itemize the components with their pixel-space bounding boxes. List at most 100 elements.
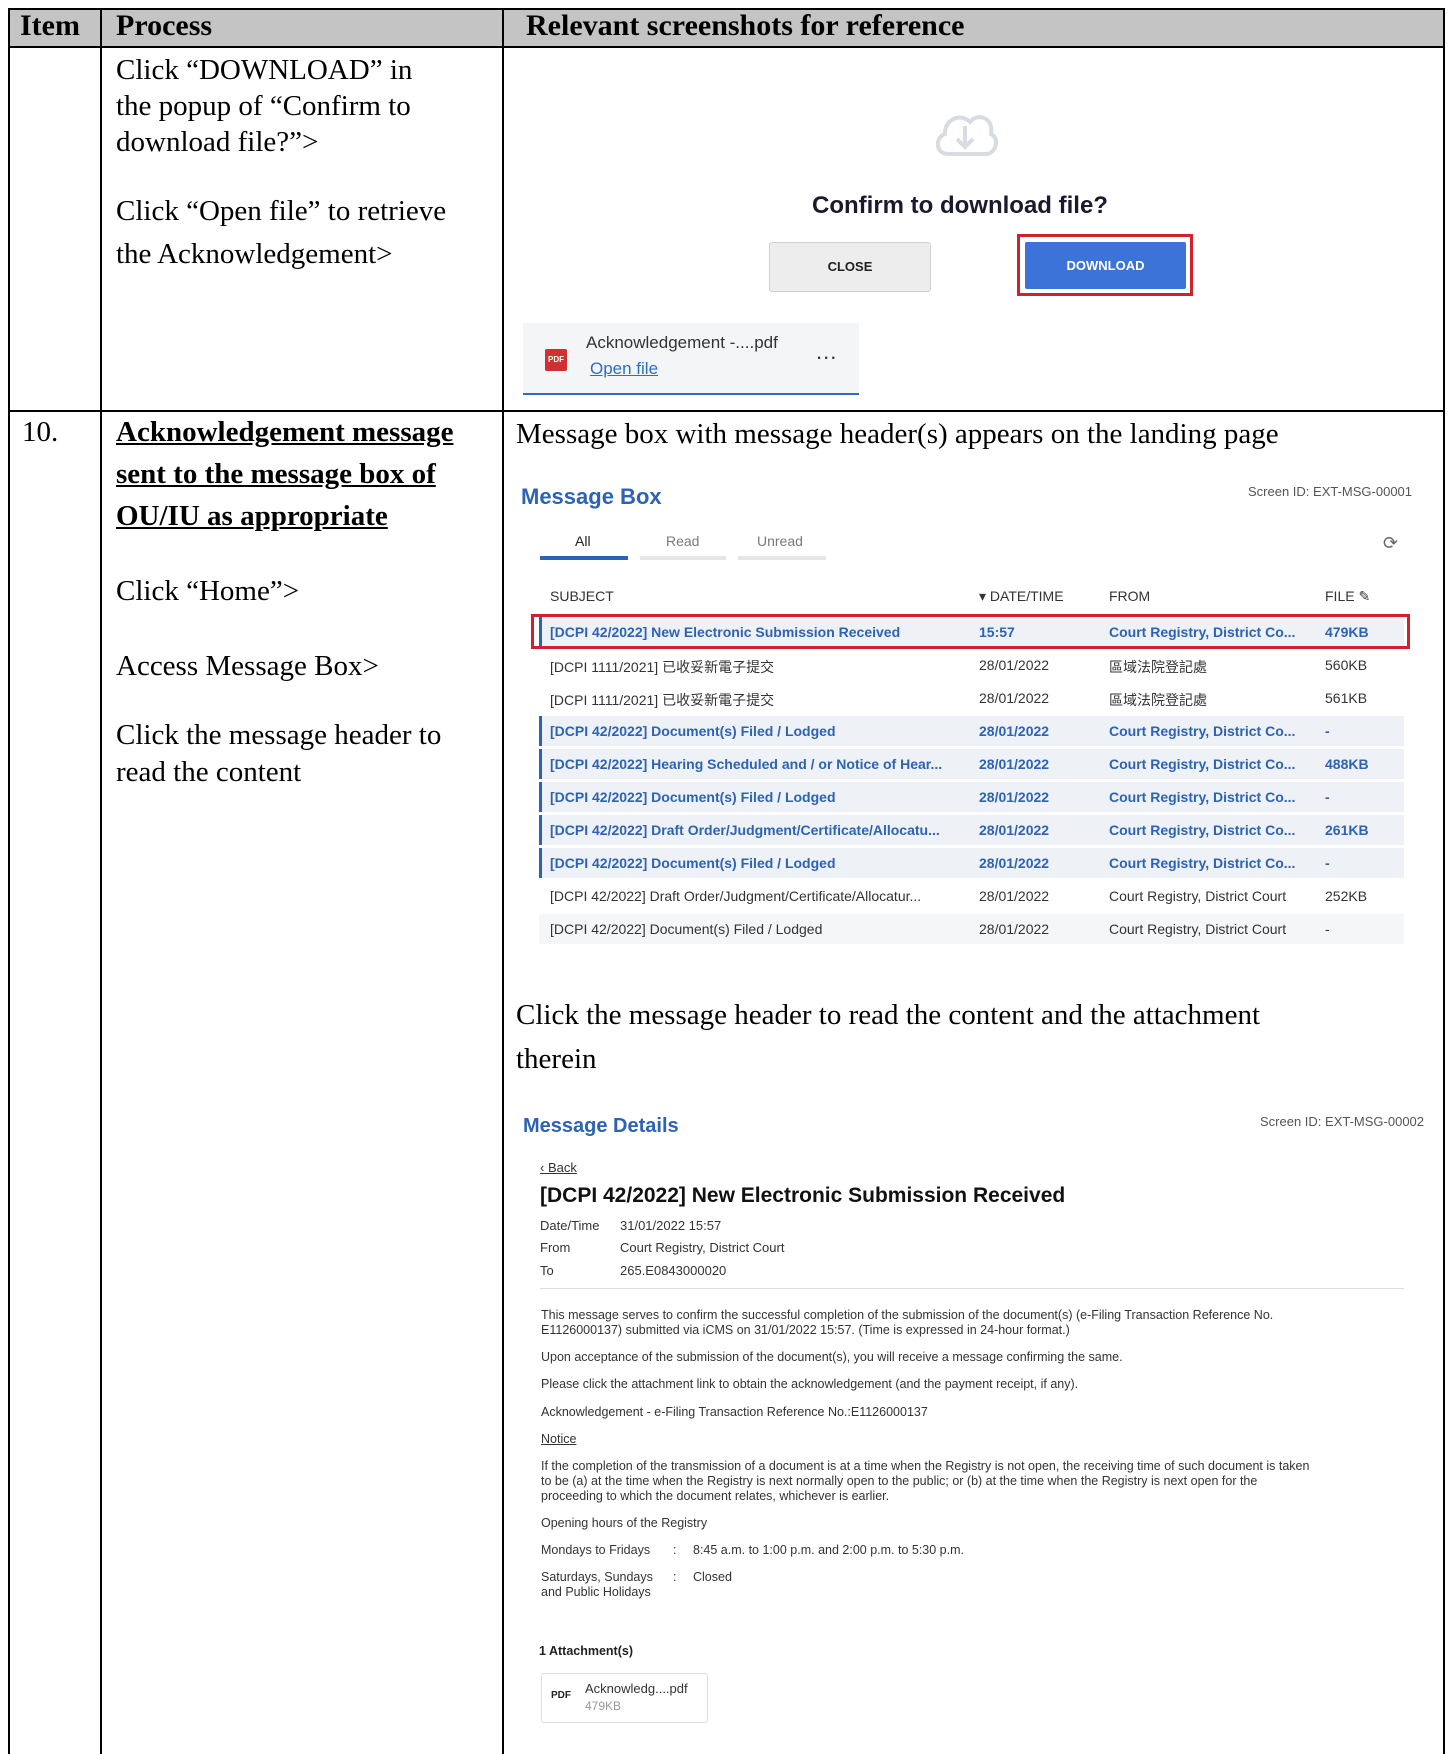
body-paragraph: Upon acceptance of the submission of the…: [541, 1350, 1123, 1364]
body-line: proceeding to which the document relates…: [541, 1489, 890, 1503]
meta-to-value: 265.E0843000020: [620, 1263, 727, 1278]
back-link[interactable]: ‹ Back: [540, 1160, 577, 1175]
message-subject: [DCPI 42/2022] Draft Order/Judgment/Cert…: [550, 888, 922, 904]
refresh-icon[interactable]: ⟳: [1383, 533, 1398, 554]
tab-read[interactable]: Read: [666, 533, 699, 549]
message-subject: [DCPI 42/2022] Document(s) Filed / Lodge…: [550, 855, 836, 871]
weekend-label-line: and Public Holidays: [541, 1585, 651, 1599]
message-from: Court Registry, District Court: [1109, 921, 1287, 937]
message-from: Court Registry, District Court: [1109, 888, 1287, 904]
message-datetime: 28/01/2022: [979, 822, 1050, 838]
pdf-file-icon: PDF: [551, 1690, 571, 1701]
details-separator: [540, 1288, 1404, 1289]
header-screenshots: Relevant screenshots for reference: [526, 9, 965, 42]
message-row[interactable]: [DCPI 42/2022] Document(s) Filed / Lodge…: [539, 914, 1404, 944]
header-process: Process: [116, 9, 213, 42]
table-border-right: [1443, 8, 1445, 1754]
meta-from-label: From: [540, 1240, 571, 1255]
download-button[interactable]: DOWNLOAD: [1025, 242, 1186, 289]
column-subject[interactable]: SUBJECT: [550, 588, 614, 604]
message-row[interactable]: [DCPI 1111/2021] 已收妥新電子提交 28/01/2022 區域法…: [539, 683, 1404, 713]
cloud-download-icon: [935, 115, 998, 156]
message-file-size: -: [1325, 789, 1330, 805]
column-from[interactable]: FROM: [1109, 588, 1150, 604]
weekend-separator: :: [673, 1570, 677, 1584]
opening-hours-title: Opening hours of the Registry: [541, 1516, 708, 1530]
row2-heading-line: sent to the message box of: [116, 458, 436, 490]
message-datetime: 28/01/2022: [979, 888, 1050, 904]
message-datetime: 28/01/2022: [979, 690, 1050, 706]
column-datetime[interactable]: ▾ DATE/TIME: [979, 588, 1064, 605]
message-file-size: -: [1325, 921, 1330, 937]
body-line: to be (a) at the time when the Registry …: [541, 1474, 1258, 1488]
message-from: Court Registry, District Co...: [1109, 822, 1296, 838]
message-file-size: 488KB: [1325, 756, 1369, 772]
message-file-size: 252KB: [1325, 888, 1368, 904]
message-row[interactable]: [DCPI 42/2022] Hearing Scheduled and / o…: [539, 749, 1404, 779]
message-row[interactable]: [DCPI 42/2022] Draft Order/Judgment/Cert…: [539, 881, 1404, 911]
column-file[interactable]: FILE ✎: [1325, 588, 1370, 605]
message-row[interactable]: [DCPI 42/2022] Document(s) Filed / Lodge…: [539, 782, 1404, 812]
row1-process-line: the popup of “Confirm to: [116, 90, 411, 122]
body-line: This message serves to confirm the succe…: [541, 1308, 1274, 1322]
unread-indicator: [539, 782, 542, 812]
more-options-icon[interactable]: ...: [816, 339, 837, 365]
message-subject: [DCPI 42/2022] Hearing Scheduled and / o…: [550, 756, 943, 772]
meta-to-label: To: [540, 1263, 554, 1278]
tab-unread[interactable]: Unread: [757, 533, 803, 549]
weekend-label: Saturdays, Sundays and Public Holidays: [541, 1570, 681, 1600]
message-datetime: 28/01/2022: [979, 855, 1050, 871]
message-subject: [DCPI 42/2022] Draft Order/Judgment/Cert…: [550, 822, 940, 838]
tab-all[interactable]: All: [575, 533, 591, 549]
download-bar: PDF Acknowledgement -....pdf Open file .…: [523, 323, 859, 395]
message-from: 區域法院登記處: [1109, 692, 1207, 708]
message-datetime: 28/01/2022: [979, 756, 1050, 772]
meta-from-value: Court Registry, District Court: [620, 1240, 785, 1255]
message-subject: [DCPI 42/2022] Document(s) Filed / Lodge…: [550, 789, 836, 805]
tab-all-underline: [540, 556, 628, 560]
message-subject: [DCPI 42/2022] Document(s) Filed / Lodge…: [550, 921, 823, 937]
body-line: E1126000137) submitted via iCMS on 31/01…: [541, 1323, 1070, 1337]
message-subject: [DCPI 42/2022] Document(s) Filed / Lodge…: [550, 723, 836, 739]
message-file-size: 261KB: [1325, 822, 1369, 838]
attachment-card[interactable]: PDF Acknowledg....pdf 479KB: [541, 1673, 708, 1723]
unread-indicator: [539, 749, 542, 779]
pdf-file-icon: PDF: [545, 349, 567, 371]
unread-indicator: [539, 848, 542, 878]
attachment-size: 479KB: [585, 1699, 622, 1713]
message-box-screen-id: Screen ID: EXT-MSG-00001: [1248, 484, 1413, 499]
row2-step: Click “Home”>: [116, 575, 300, 607]
row1-process-line: Click “Open file” to retrieve: [116, 195, 447, 227]
message-datetime: 28/01/2022: [979, 723, 1050, 739]
body-paragraph: Acknowledgement - e-Filing Transaction R…: [541, 1405, 928, 1419]
message-row[interactable]: [DCPI 42/2022] Document(s) Filed / Lodge…: [539, 716, 1404, 746]
message-details-title: Message Details: [523, 1115, 679, 1137]
attachments-title: 1 Attachment(s): [539, 1644, 633, 1658]
message-from: Court Registry, District Co...: [1109, 723, 1296, 739]
weekdays-separator: :: [673, 1543, 677, 1557]
message-box-title: Message Box: [521, 484, 662, 509]
weekend-hours: Closed: [693, 1570, 732, 1584]
open-file-link[interactable]: Open file: [590, 359, 658, 379]
popup-title: Confirm to download file?: [812, 192, 1108, 219]
table-divider-process: [502, 8, 504, 1754]
table-divider-item: [100, 8, 102, 1754]
caption-message-details: therein: [516, 1043, 597, 1075]
message-datetime: 28/01/2022: [979, 921, 1050, 937]
message-row[interactable]: [DCPI 42/2022] Document(s) Filed / Lodge…: [539, 848, 1404, 878]
body-paragraph: Please click the attachment link to obta…: [541, 1377, 1079, 1391]
download-file-name: Acknowledgement -....pdf: [586, 333, 778, 352]
header-item: Item: [20, 9, 80, 42]
notice-heading: Notice: [541, 1432, 577, 1446]
message-from: 區域法院登記處: [1109, 659, 1207, 675]
message-row[interactable]: [DCPI 42/2022] Draft Order/Judgment/Cert…: [539, 815, 1404, 845]
close-button[interactable]: CLOSE: [769, 242, 931, 292]
row2-heading-line: OU/IU as appropriate: [116, 500, 388, 532]
meta-date-value: 31/01/2022 15:57: [620, 1218, 722, 1233]
row2-step: Access Message Box>: [116, 650, 379, 682]
message-file-size: 561KB: [1325, 690, 1368, 706]
message-row[interactable]: [DCPI 1111/2021] 已收妥新電子提交 28/01/2022 區域法…: [539, 650, 1404, 680]
message-from: Court Registry, District Co...: [1109, 789, 1296, 805]
weekend-label-line: Saturdays, Sundays: [541, 1570, 653, 1584]
body-paragraph: This message serves to confirm the succe…: [541, 1308, 1411, 1338]
